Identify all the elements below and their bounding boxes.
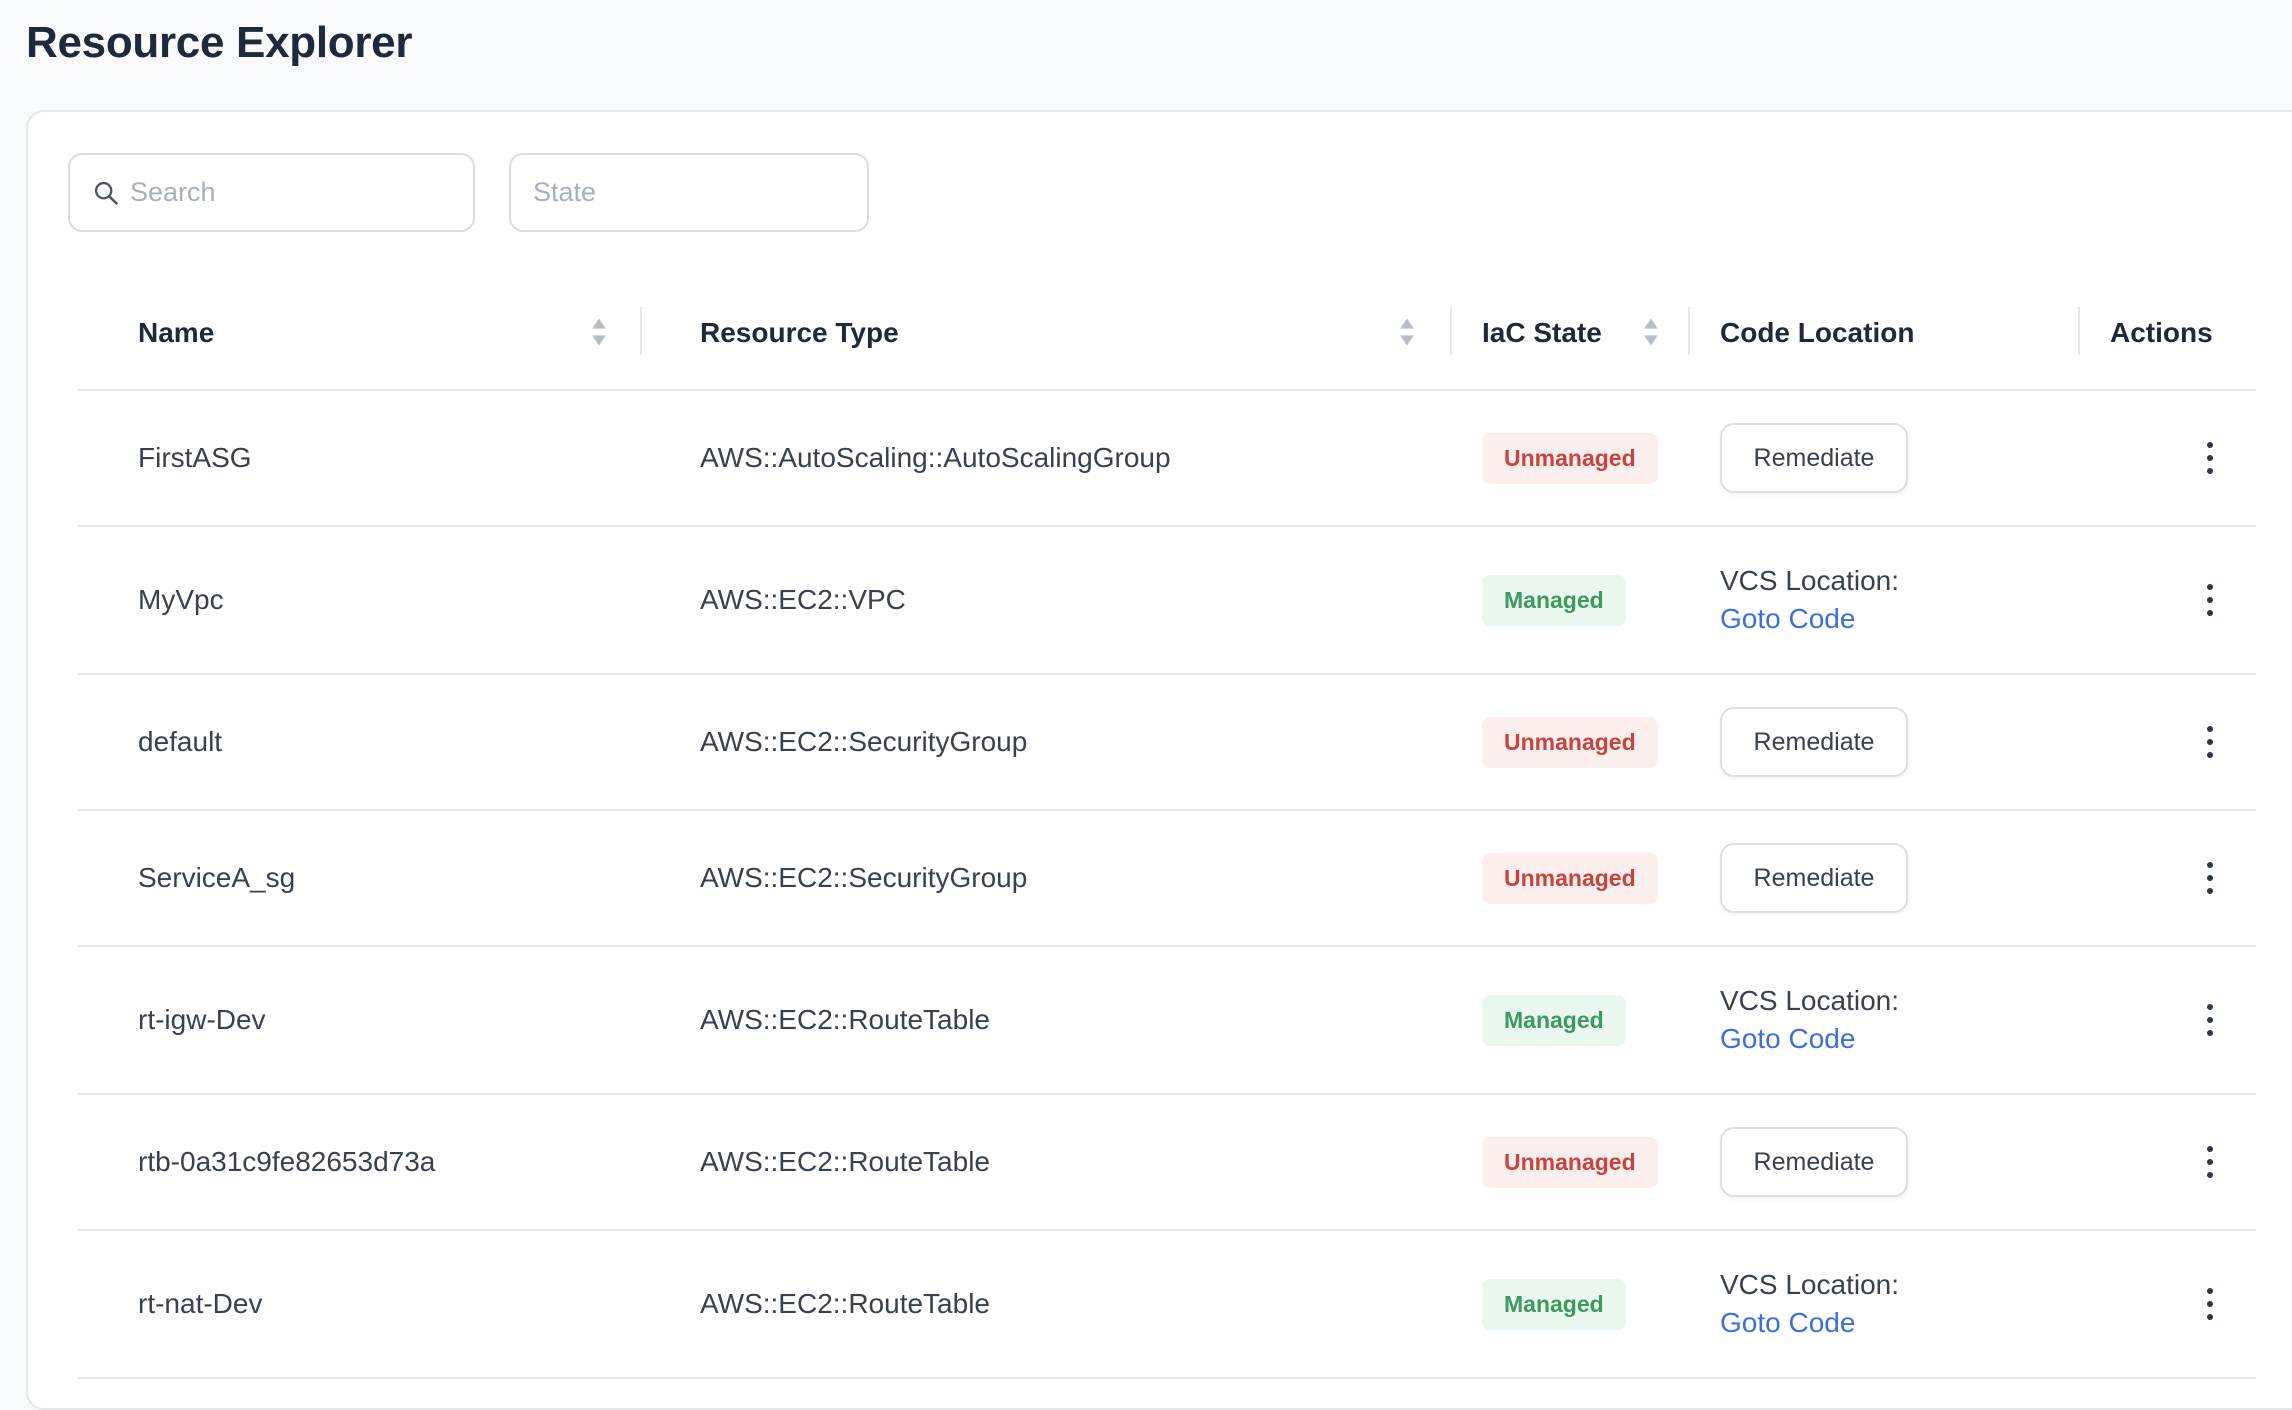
actions-cell xyxy=(2190,675,2230,809)
resource-name: rt-igw-Dev xyxy=(138,1004,266,1035)
code-location-cell: VCS Location: Goto Code xyxy=(1720,527,1899,673)
resource-card: Name Resource Type IaC State Code Locati… xyxy=(26,110,2292,1410)
vcs-location-label: VCS Location: xyxy=(1720,1269,1899,1300)
search-input[interactable] xyxy=(130,177,473,208)
remediate-button[interactable]: Remediate xyxy=(1720,423,1908,493)
more-actions-icon[interactable] xyxy=(2190,575,2230,625)
actions-cell xyxy=(2190,527,2230,673)
resource-table: Name Resource Type IaC State Code Locati… xyxy=(78,277,2256,1379)
goto-code-link[interactable]: Goto Code xyxy=(1720,603,1899,635)
iac-state-cell: Managed xyxy=(1482,947,1626,1093)
column-header-label: IaC State xyxy=(1482,317,1602,348)
column-header-name[interactable]: Name xyxy=(138,277,214,389)
code-location-cell: Remediate xyxy=(1720,391,1908,525)
vcs-location: VCS Location: Goto Code xyxy=(1720,1269,1899,1339)
column-divider[interactable] xyxy=(1450,307,1452,355)
page-title: Resource Explorer xyxy=(26,18,413,67)
actions-cell xyxy=(2190,1095,2230,1229)
resource-type: AWS::EC2::RouteTable xyxy=(700,1146,990,1177)
column-divider[interactable] xyxy=(640,307,642,355)
goto-code-link[interactable]: Goto Code xyxy=(1720,1023,1899,1055)
more-actions-icon[interactable] xyxy=(2190,433,2230,483)
goto-code-link[interactable]: Goto Code xyxy=(1720,1307,1899,1339)
actions-cell xyxy=(2190,391,2230,525)
resource-name: rtb-0a31c9fe82653d73a xyxy=(138,1146,436,1177)
iac-state-badge: Managed xyxy=(1482,574,1626,626)
sort-icon[interactable] xyxy=(1642,315,1660,349)
sort-icon[interactable] xyxy=(590,315,608,349)
iac-state-cell: Managed xyxy=(1482,1231,1626,1377)
code-location-cell: Remediate xyxy=(1720,675,1908,809)
actions-cell xyxy=(2190,947,2230,1093)
more-actions-icon[interactable] xyxy=(2190,995,2230,1045)
resource-name: FirstASG xyxy=(138,442,252,473)
code-location-cell: VCS Location: Goto Code xyxy=(1720,947,1899,1093)
table-body: FirstASG AWS::AutoScaling::AutoScalingGro… xyxy=(78,391,2256,1379)
table-row[interactable]: ServiceA_sg AWS::EC2::SecurityGroup Unmana… xyxy=(78,811,2256,947)
remediate-button[interactable]: Remediate xyxy=(1720,707,1908,777)
remediate-button[interactable]: Remediate xyxy=(1720,843,1908,913)
column-header-actions: Actions xyxy=(2110,277,2213,389)
column-header-iac-state[interactable]: IaC State xyxy=(1482,277,1602,389)
code-location-cell: Remediate xyxy=(1720,811,1908,945)
resource-type: AWS::EC2::RouteTable xyxy=(700,1004,990,1035)
iac-state-badge: Managed xyxy=(1482,994,1626,1046)
state-input[interactable] xyxy=(533,177,867,208)
table-row[interactable]: rt-nat-Dev AWS::EC2::RouteTable Managed VCS… xyxy=(78,1231,2256,1379)
table-header: Name Resource Type IaC State Code Locati… xyxy=(78,277,2256,391)
more-actions-icon[interactable] xyxy=(2190,717,2230,767)
iac-state-badge: Unmanaged xyxy=(1482,1136,1658,1188)
state-filter[interactable] xyxy=(509,153,869,232)
iac-state-badge: Unmanaged xyxy=(1482,852,1658,904)
column-divider[interactable] xyxy=(1688,307,1690,355)
code-location-cell: VCS Location: Goto Code xyxy=(1720,1231,1899,1377)
more-actions-icon[interactable] xyxy=(2190,1137,2230,1187)
table-row[interactable]: MyVpc AWS::EC2::VPC Managed VCS Location:Go… xyxy=(78,527,2256,675)
iac-state-badge: Managed xyxy=(1482,1278,1626,1330)
resource-name: ServiceA_sg xyxy=(138,862,296,893)
resource-type: AWS::AutoScaling::AutoScalingGroup xyxy=(700,442,1171,473)
table-row[interactable]: rtb-0a31c9fe82653d73a AWS::EC2::RouteTabl… xyxy=(78,1095,2256,1231)
column-header-label: Code Location xyxy=(1720,317,1915,348)
table-row[interactable]: default AWS::EC2::SecurityGroup Unmanaged R… xyxy=(78,675,2256,811)
code-location-cell: Remediate xyxy=(1720,1095,1908,1229)
table-row[interactable]: FirstASG AWS::AutoScaling::AutoScalingGro… xyxy=(78,391,2256,527)
resource-name: MyVpc xyxy=(138,584,224,615)
iac-state-cell: Unmanaged xyxy=(1482,811,1658,945)
column-header-label: Resource Type xyxy=(700,317,899,348)
column-header-code-location: Code Location xyxy=(1720,277,1914,389)
iac-state-badge: Unmanaged xyxy=(1482,432,1658,484)
vcs-location: VCS Location: Goto Code xyxy=(1720,565,1899,635)
iac-state-cell: Unmanaged xyxy=(1482,1095,1658,1229)
more-actions-icon[interactable] xyxy=(2190,853,2230,903)
sort-icon[interactable] xyxy=(1398,315,1416,349)
resource-type: AWS::EC2::VPC xyxy=(700,584,906,615)
table-row[interactable]: rt-igw-Dev AWS::EC2::RouteTable Managed VCS… xyxy=(78,947,2256,1095)
vcs-location-label: VCS Location: xyxy=(1720,565,1899,596)
remediate-button[interactable]: Remediate xyxy=(1720,1127,1908,1197)
search-icon xyxy=(94,181,118,205)
search-field[interactable] xyxy=(68,153,475,232)
iac-state-badge: Unmanaged xyxy=(1482,716,1658,768)
actions-cell xyxy=(2190,811,2230,945)
iac-state-cell: Managed xyxy=(1482,527,1626,673)
column-header-resource-type[interactable]: Resource Type xyxy=(700,277,899,389)
resource-name: default xyxy=(138,726,223,757)
column-header-label: Actions xyxy=(2110,317,2213,348)
resource-type: AWS::EC2::SecurityGroup xyxy=(700,726,1028,757)
vcs-location: VCS Location: Goto Code xyxy=(1720,985,1899,1055)
column-divider[interactable] xyxy=(2078,307,2080,355)
column-header-label: Name xyxy=(138,317,215,348)
resource-type: AWS::EC2::SecurityGroup xyxy=(700,862,1028,893)
resource-type: AWS::EC2::RouteTable xyxy=(700,1288,990,1319)
iac-state-cell: Unmanaged xyxy=(1482,675,1658,809)
more-actions-icon[interactable] xyxy=(2190,1279,2230,1329)
actions-cell xyxy=(2190,1231,2230,1377)
vcs-location-label: VCS Location: xyxy=(1720,985,1899,1016)
resource-name: rt-nat-Dev xyxy=(138,1288,263,1319)
iac-state-cell: Unmanaged xyxy=(1482,391,1658,525)
